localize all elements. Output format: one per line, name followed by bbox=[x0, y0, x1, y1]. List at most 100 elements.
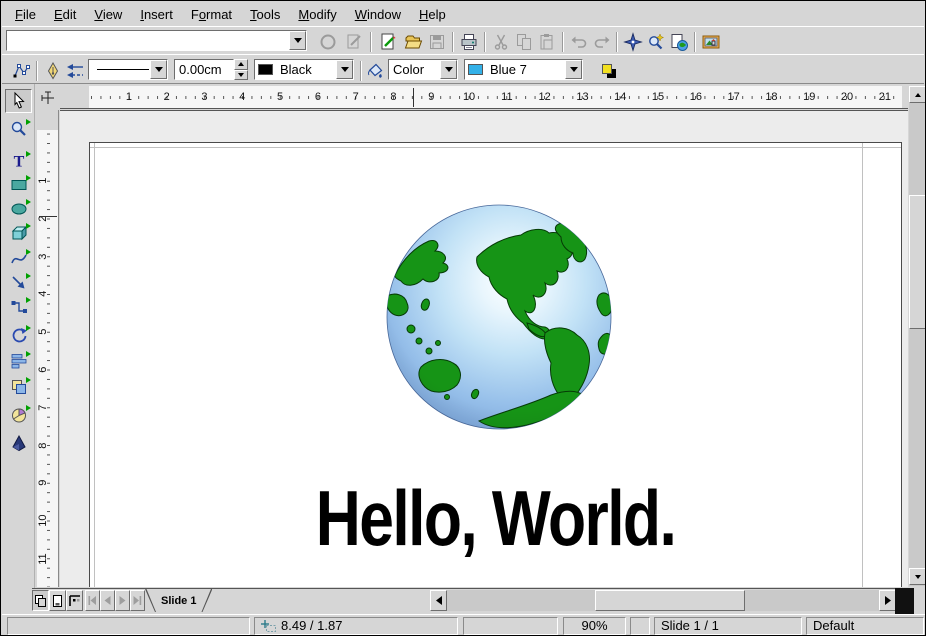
text-tool-button[interactable]: T bbox=[5, 149, 32, 173]
line-color-dropdown-button[interactable] bbox=[336, 60, 353, 79]
horizontal-ruler[interactable]: 123456789101112131415161718192021 bbox=[60, 86, 908, 109]
hscroll-right-button[interactable] bbox=[879, 590, 896, 611]
url-combobox-dropdown-button[interactable] bbox=[289, 31, 306, 50]
vertical-ruler-numbers: 123456789101112 bbox=[37, 162, 59, 587]
status-bar: 8.49 / 1.87 90% Slide 1 / 1 Default bbox=[2, 614, 926, 636]
menu-item[interactable]: File bbox=[6, 4, 45, 25]
select-tool-button[interactable] bbox=[5, 89, 32, 113]
cut-button[interactable] bbox=[490, 30, 512, 53]
ruler-number: 10 bbox=[37, 502, 59, 540]
3d-objects-tool-button[interactable] bbox=[5, 221, 32, 245]
line-style-select[interactable] bbox=[88, 59, 168, 80]
insert-object-button[interactable] bbox=[668, 30, 690, 53]
spin-down-button[interactable] bbox=[234, 70, 248, 81]
vertical-scrollbar[interactable] bbox=[909, 86, 926, 586]
save-document-button[interactable] bbox=[426, 30, 448, 53]
menu-item[interactable]: Edit bbox=[45, 4, 85, 25]
status-style-field[interactable]: Default bbox=[806, 617, 924, 635]
fill-color-swatch bbox=[468, 64, 483, 75]
position-icon bbox=[261, 620, 276, 632]
effects-tool-button[interactable] bbox=[5, 431, 32, 455]
shadow-button[interactable] bbox=[598, 59, 620, 82]
fill-style-select[interactable]: Color bbox=[388, 59, 458, 80]
horizontal-scrollbar[interactable] bbox=[447, 590, 879, 611]
ruler-number: 14 bbox=[601, 86, 639, 108]
line-color-select[interactable]: Black bbox=[254, 59, 354, 80]
horizontal-scrollbar-thumb[interactable] bbox=[595, 590, 745, 611]
slide-view-button[interactable] bbox=[32, 590, 49, 611]
status-zoom-field[interactable]: 90% bbox=[563, 617, 626, 635]
toolbar-separator bbox=[616, 32, 618, 52]
status-position-field[interactable]: 8.49 / 1.87 bbox=[254, 617, 458, 635]
ruler-number: 16 bbox=[677, 86, 715, 108]
slide-title-text[interactable]: Hello, World. bbox=[171, 473, 820, 564]
open-document-button[interactable] bbox=[402, 30, 424, 53]
undo-button[interactable] bbox=[568, 30, 590, 53]
ruler-number: 19 bbox=[790, 86, 828, 108]
ruler-number: 8 bbox=[37, 427, 59, 465]
layer-view-button[interactable] bbox=[66, 590, 83, 611]
chevron-down-icon bbox=[155, 67, 163, 72]
spin-up-button[interactable] bbox=[234, 59, 248, 70]
vertical-scrollbar-thumb[interactable] bbox=[909, 195, 926, 329]
menu-item[interactable]: Format bbox=[182, 4, 241, 25]
vertical-cursor-mark bbox=[39, 216, 57, 217]
url-combobox-value[interactable] bbox=[7, 31, 289, 50]
globe-earth-image[interactable] bbox=[379, 197, 619, 437]
rotate-tool-button[interactable] bbox=[5, 323, 32, 347]
url-combobox[interactable] bbox=[6, 30, 307, 51]
status-slide-field[interactable]: Slide 1 / 1 bbox=[654, 617, 802, 635]
ellipse-tool-button[interactable] bbox=[5, 197, 32, 221]
menu-item[interactable]: Help bbox=[410, 4, 455, 25]
menu-item[interactable]: Modify bbox=[289, 4, 345, 25]
previous-slide-button[interactable] bbox=[100, 590, 115, 611]
lines-arrows-tool-button[interactable] bbox=[5, 271, 32, 295]
copy-button[interactable] bbox=[513, 30, 535, 53]
connector-tool-button[interactable] bbox=[5, 295, 32, 319]
vertical-ruler[interactable]: 123456789101112 bbox=[37, 110, 59, 587]
line-width-spin-buttons[interactable] bbox=[234, 59, 248, 80]
ruler-origin-button[interactable] bbox=[37, 86, 59, 109]
line-width-value[interactable]: 0.00cm bbox=[174, 59, 234, 80]
zoom-button[interactable] bbox=[645, 30, 667, 53]
master-view-button[interactable] bbox=[49, 590, 66, 611]
slide-page[interactable]: Hello, World. bbox=[89, 142, 902, 587]
navigator-button[interactable] bbox=[622, 30, 644, 53]
select-arrow-icon bbox=[9, 91, 29, 111]
next-slide-button[interactable] bbox=[115, 590, 130, 611]
stop-button[interactable] bbox=[317, 30, 339, 53]
fill-color-dropdown-button[interactable] bbox=[565, 60, 582, 79]
paste-button[interactable] bbox=[536, 30, 558, 53]
menu-item[interactable]: Window bbox=[346, 4, 410, 25]
line-width-spinner[interactable]: 0.00cm bbox=[174, 59, 248, 80]
fill-color-select[interactable]: Blue 7 bbox=[464, 59, 583, 80]
fill-style-dropdown-button[interactable] bbox=[440, 60, 457, 79]
new-document-button[interactable] bbox=[378, 30, 400, 53]
arrow-ends-button[interactable] bbox=[64, 59, 86, 82]
redo-button[interactable] bbox=[591, 30, 613, 53]
edit-points-button[interactable] bbox=[10, 59, 32, 82]
slide-tab[interactable]: Slide 1 bbox=[145, 589, 212, 612]
function-toolbar bbox=[2, 26, 924, 54]
first-slide-button[interactable] bbox=[85, 590, 100, 611]
scroll-down-button[interactable] bbox=[909, 568, 926, 585]
menu-item[interactable]: Insert bbox=[131, 4, 182, 25]
line-pen-button[interactable] bbox=[42, 59, 64, 82]
edit-file-button[interactable] bbox=[343, 30, 365, 53]
gallery-button[interactable] bbox=[700, 30, 722, 53]
area-button[interactable] bbox=[364, 59, 386, 82]
drawing-canvas[interactable]: Hello, World. bbox=[60, 110, 908, 587]
insert-tool-button[interactable] bbox=[5, 403, 32, 427]
alignment-tool-button[interactable] bbox=[5, 349, 32, 373]
menu-item[interactable]: Tools bbox=[241, 4, 289, 25]
print-button[interactable] bbox=[458, 30, 480, 53]
hscroll-left-button[interactable] bbox=[430, 590, 447, 611]
curve-tool-button[interactable] bbox=[5, 247, 32, 271]
menu-item[interactable]: View bbox=[85, 4, 131, 25]
arrange-tool-button[interactable] bbox=[5, 375, 32, 399]
line-style-dropdown-button[interactable] bbox=[150, 60, 167, 79]
zoom-tool-button[interactable] bbox=[5, 117, 32, 141]
last-slide-button[interactable] bbox=[130, 590, 145, 611]
rectangle-tool-button[interactable] bbox=[5, 173, 32, 197]
scroll-up-button[interactable] bbox=[909, 86, 926, 103]
